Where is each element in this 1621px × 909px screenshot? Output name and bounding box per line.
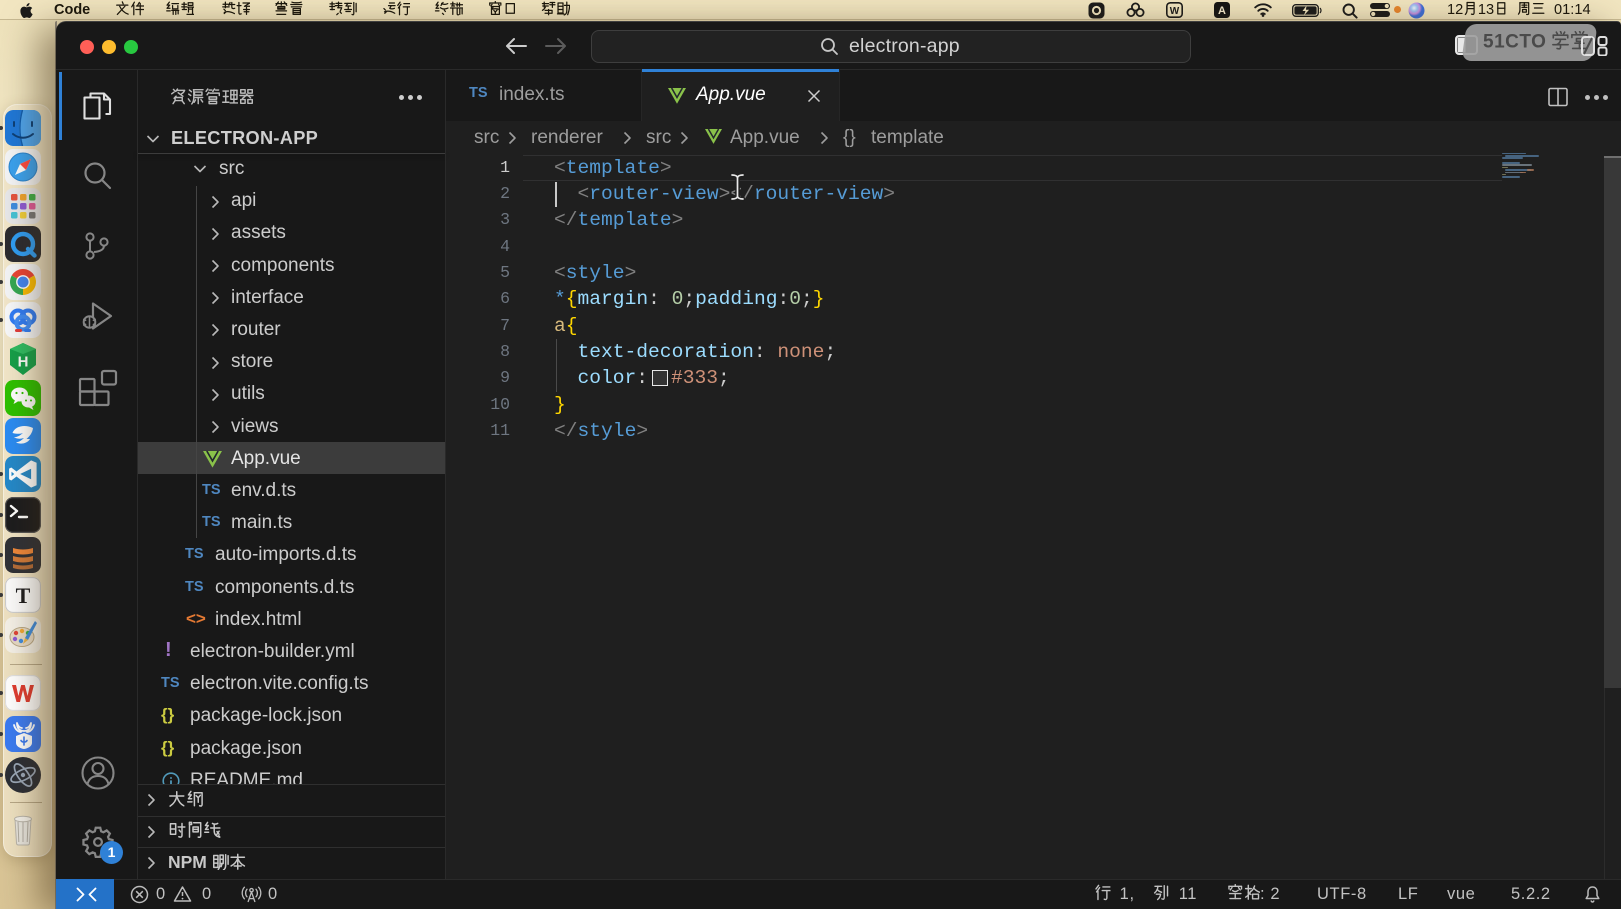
svg-text:W: W bbox=[1170, 6, 1180, 17]
svg-text:H: H bbox=[18, 354, 29, 371]
svg-text:T: T bbox=[16, 583, 31, 608]
svg-text:A: A bbox=[1218, 5, 1226, 17]
